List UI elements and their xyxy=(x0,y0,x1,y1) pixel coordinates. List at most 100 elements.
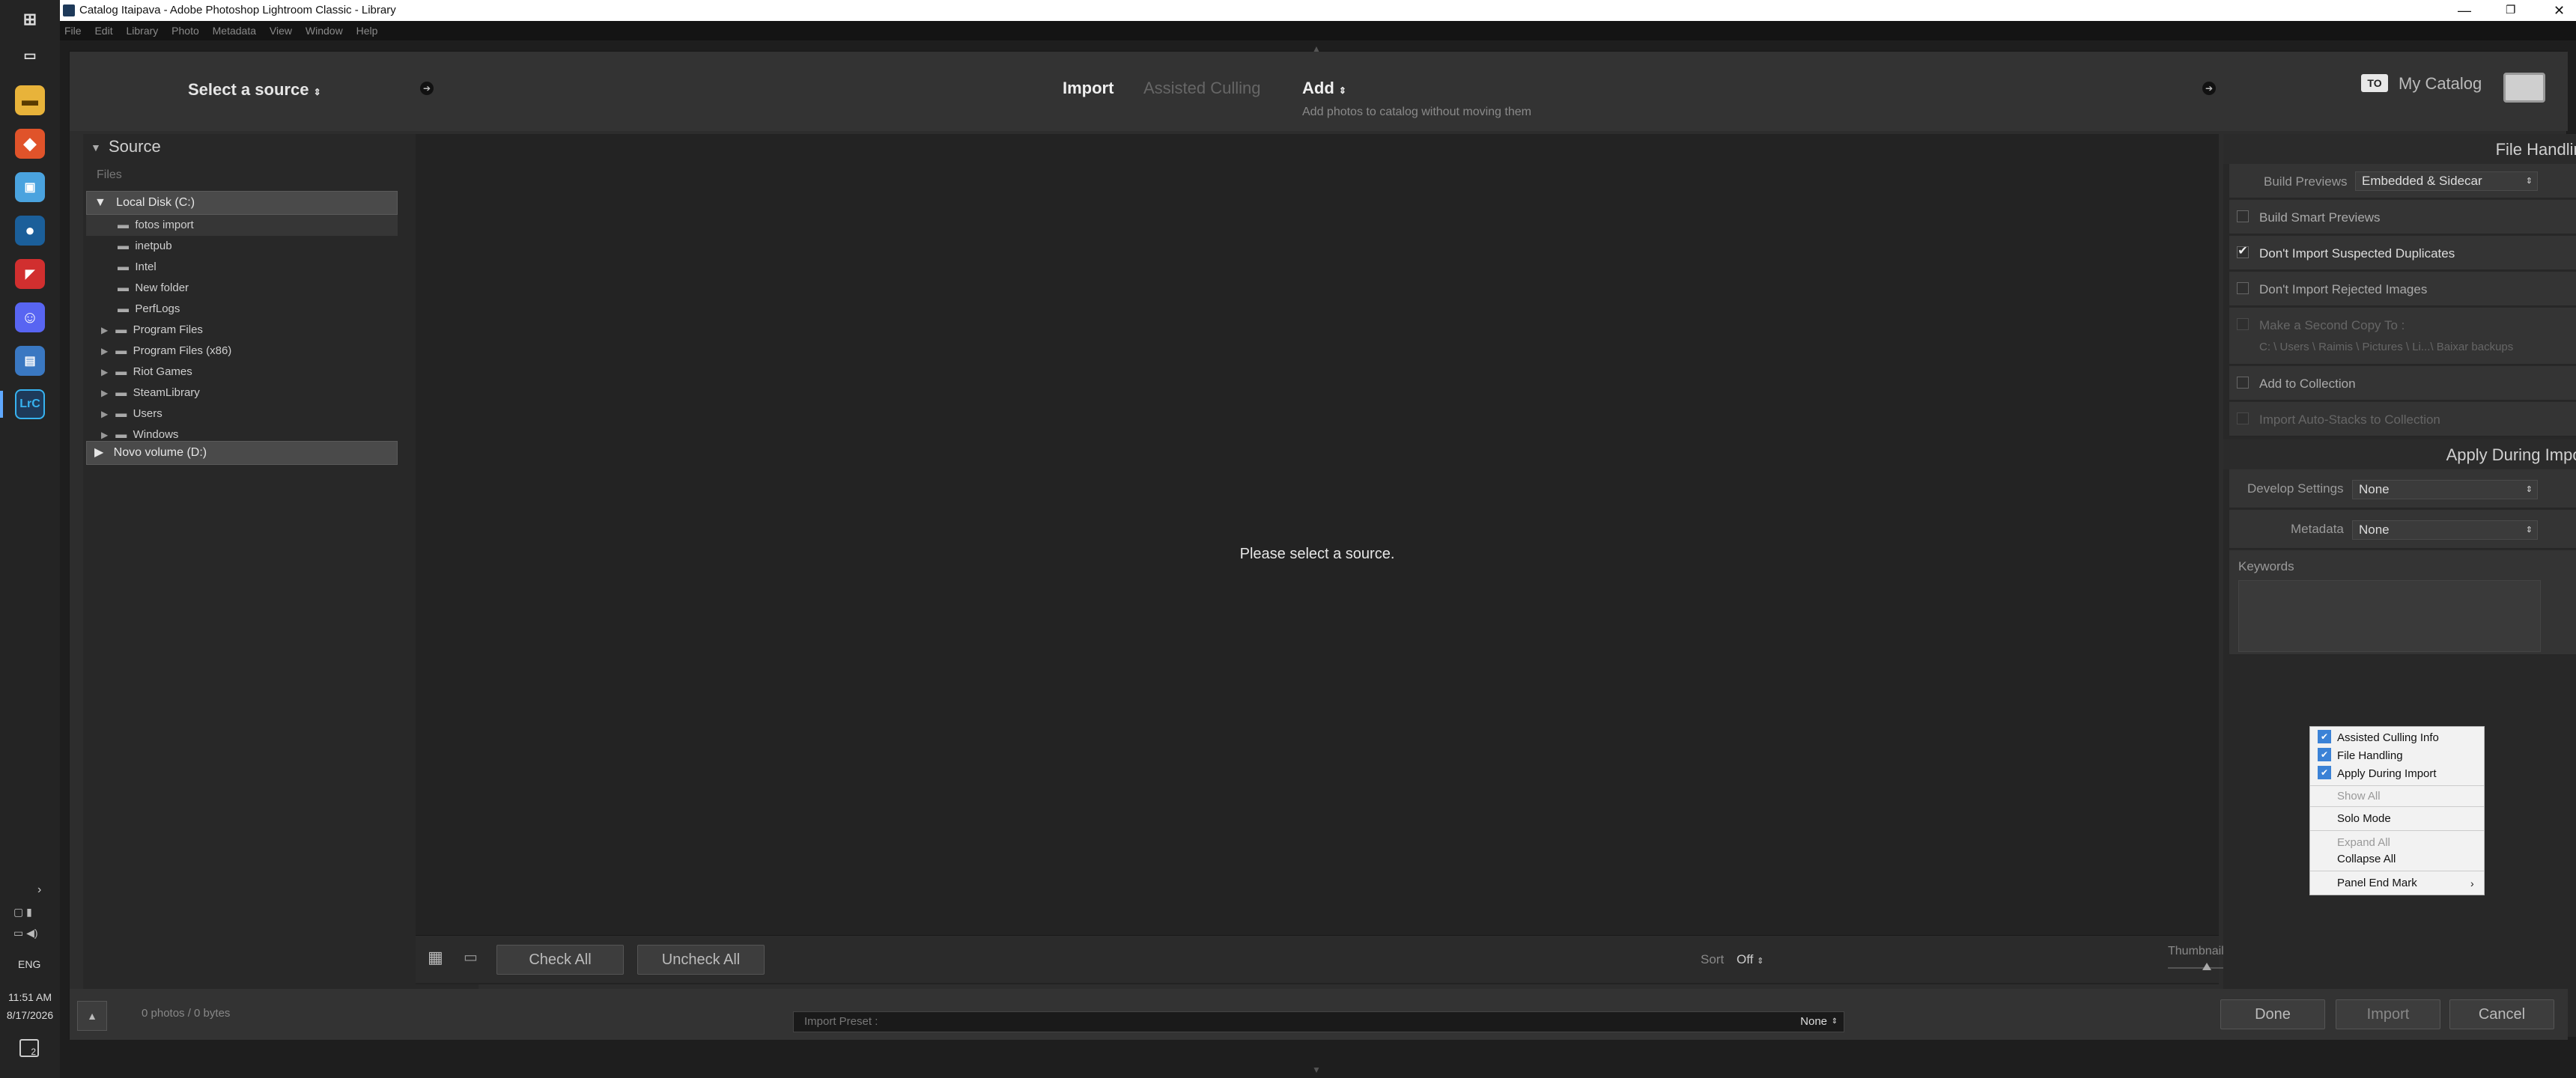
menu-file[interactable]: File xyxy=(64,25,82,37)
task-view-icon[interactable]: ▭ xyxy=(15,40,45,70)
no-duplicates-checkbox[interactable]: ✔ xyxy=(2237,246,2249,258)
folder-icon: ▬ xyxy=(118,302,129,315)
folder-new-folder[interactable]: ▬ New folder xyxy=(86,278,189,299)
top-collapse-arrow-icon[interactable]: ▲ xyxy=(1312,43,1321,54)
expand-triangle-icon[interactable]: ▶ xyxy=(101,430,108,440)
tray-network-icon[interactable]: ▢ ▮ xyxy=(13,906,32,919)
metadata-label: Metadata xyxy=(2291,522,2344,536)
check-all-button[interactable]: Check All xyxy=(496,945,624,975)
loupe-view-icon[interactable]: ▭ xyxy=(464,948,478,966)
folder-fotos-import[interactable]: ▬ fotos import xyxy=(86,215,398,236)
menu-metadata[interactable]: Metadata xyxy=(213,25,256,37)
folder-program-files[interactable]: ▶ ▬ Program Files xyxy=(86,320,203,341)
close-icon[interactable]: ✕ xyxy=(2554,0,2565,21)
expand-triangle-icon[interactable]: ▶ xyxy=(101,367,108,377)
menu-item-assisted-culling-info[interactable]: Assisted Culling Info xyxy=(2337,730,2439,746)
menu-item-solo-mode[interactable]: Solo Mode xyxy=(2337,811,2391,827)
discord-icon[interactable]: ☺ xyxy=(15,302,45,332)
monitor-app-icon[interactable]: ▤ xyxy=(15,346,45,376)
menu-window[interactable]: Window xyxy=(306,25,343,37)
expand-up-icon[interactable]: ▲ xyxy=(77,1001,107,1031)
folder-program-files-x86[interactable]: ▶ ▬ Program Files (x86) xyxy=(86,341,231,362)
folder-riot-games[interactable]: ▶ ▬ Riot Games xyxy=(86,362,192,383)
show-hidden-icons-icon[interactable]: › xyxy=(37,883,41,897)
menu-help[interactable]: Help xyxy=(356,25,378,37)
auto-stacks-checkbox[interactable] xyxy=(2237,412,2249,424)
select-source-dropdown[interactable]: Select a source ⇕ xyxy=(188,80,321,100)
steam-icon[interactable]: ● xyxy=(15,216,45,246)
language-indicator[interactable]: ENG xyxy=(18,958,40,970)
folder-steamlibrary[interactable]: ▶ ▬ SteamLibrary xyxy=(86,383,200,404)
folder-inetpub[interactable]: ▬ inetpub xyxy=(86,236,172,257)
collapse-source-icon[interactable]: ▼ xyxy=(91,141,101,153)
menu-item-panel-end-mark[interactable]: Panel End Mark xyxy=(2337,875,2417,892)
develop-settings-dropdown[interactable]: None ⇕ xyxy=(2352,480,2538,499)
notification-center-icon[interactable]: 2 xyxy=(19,1039,39,1057)
build-previews-dropdown[interactable]: Embedded & Sidecar ⇕ xyxy=(2355,171,2538,191)
expand-triangle-icon[interactable]: ▶ xyxy=(101,409,108,419)
bottom-collapse-arrow-icon[interactable]: ▼ xyxy=(1312,1065,1321,1075)
novo-volume-d[interactable]: ▶ Novo volume (D:) xyxy=(86,441,398,465)
file-explorer-icon[interactable]: ▬ xyxy=(15,85,45,115)
uncheck-all-button[interactable]: Uncheck All xyxy=(637,945,765,975)
sort-dropdown[interactable]: Off ⇕ xyxy=(1737,952,1764,967)
clock-time[interactable]: 11:51 AM xyxy=(0,991,60,1003)
expand-triangle-icon[interactable]: ▶ xyxy=(101,346,108,356)
metadata-row: Metadata None ⇕ xyxy=(2229,510,2576,549)
menu-item-apply-during-import[interactable]: Apply During Import xyxy=(2337,766,2437,782)
menu-view[interactable]: View xyxy=(270,25,292,37)
menu-bar: File Edit Library Photo Metadata View Wi… xyxy=(60,21,2576,40)
window-titlebar: Catalog Itaipava - Adobe Photoshop Light… xyxy=(60,0,2576,21)
minimize-icon[interactable]: — xyxy=(2458,0,2471,21)
lightroom-classic-icon[interactable]: LrC xyxy=(15,389,45,419)
local-disk-c[interactable]: ▼ Local Disk (C:) xyxy=(86,191,398,215)
second-copy-checkbox[interactable] xyxy=(2237,318,2249,330)
computer-icon[interactable]: ▣ xyxy=(15,172,45,202)
metadata-dropdown[interactable]: None ⇕ xyxy=(2352,520,2538,540)
grid-view-icon[interactable]: ▦ xyxy=(428,948,443,967)
destination-arrow-icon[interactable]: ➔ xyxy=(2202,82,2216,95)
windows-start-icon[interactable]: ⊞ xyxy=(15,4,45,34)
clock-date[interactable]: 8/17/2026 xyxy=(0,1009,60,1021)
done-button[interactable]: Done xyxy=(2220,999,2325,1029)
source-arrow-icon[interactable]: ➔ xyxy=(420,82,434,95)
smart-previews-row: Build Smart Previews xyxy=(2229,200,2576,234)
file-handling-header[interactable]: File Handling ▼ xyxy=(2223,134,2576,164)
mode-add[interactable]: Add ⇕ xyxy=(1302,79,1346,98)
mode-assisted-culling[interactable]: Assisted Culling xyxy=(1143,79,1261,98)
folder-intel[interactable]: ▬ Intel xyxy=(86,257,157,278)
expand-triangle-icon[interactable]: ▶ xyxy=(101,325,108,335)
import-preset-bar[interactable]: Import Preset : None ⇕ xyxy=(793,1011,1844,1032)
menu-item-file-handling[interactable]: File Handling xyxy=(2337,748,2403,764)
riot-client-icon[interactable]: ◤ xyxy=(15,259,45,289)
smart-previews-checkbox[interactable] xyxy=(2237,210,2249,222)
no-duplicates-label: Don't Import Suspected Duplicates xyxy=(2259,246,2455,261)
menu-edit[interactable]: Edit xyxy=(94,25,112,37)
brave-browser-icon[interactable]: ◆ xyxy=(15,129,45,159)
mode-import[interactable]: Import xyxy=(1063,79,1114,98)
menu-item-expand-all[interactable]: Expand All xyxy=(2337,835,2390,851)
menu-library[interactable]: Library xyxy=(126,25,158,37)
auto-stacks-label: Import Auto-Stacks to Collection xyxy=(2259,412,2440,427)
build-previews-row: Build Previews Embedded & Sidecar ⇕ xyxy=(2229,164,2576,198)
add-collection-checkbox[interactable] xyxy=(2237,377,2249,389)
restore-icon[interactable]: ❐ xyxy=(2506,0,2515,21)
import-button[interactable]: Import xyxy=(2336,999,2440,1029)
tray-volume-icon[interactable]: ▭ ◀) xyxy=(13,927,38,940)
second-copy-path: C: \ Users \ Raimis \ Pictures \ Li...\ … xyxy=(2259,341,2514,353)
folder-users[interactable]: ▶ ▬ Users xyxy=(86,404,162,424)
build-previews-label: Build Previews xyxy=(2264,174,2348,189)
screen: ⊞ ▭ ▬ ◆ ▣ ● ◤ ☺ ▤ LrC › ▢ ▮ ▭ ◀) ENG 11:… xyxy=(0,0,2576,1078)
cancel-button[interactable]: Cancel xyxy=(2449,999,2554,1029)
no-rejected-checkbox[interactable] xyxy=(2237,282,2249,294)
keywords-input[interactable] xyxy=(2238,580,2541,652)
slider-handle-icon[interactable] xyxy=(2202,963,2211,970)
expand-triangle-icon[interactable]: ▶ xyxy=(101,388,108,398)
menu-item-collapse-all[interactable]: Collapse All xyxy=(2337,851,2396,868)
menu-photo[interactable]: Photo xyxy=(171,25,199,37)
catalog-name[interactable]: My Catalog xyxy=(2399,74,2482,94)
folder-perflogs[interactable]: ▬ PerfLogs xyxy=(86,299,180,320)
preset-value: None xyxy=(1800,1015,1827,1028)
apply-during-import-header[interactable]: Apply During Import ▼ xyxy=(2223,439,2576,469)
menu-item-show-all[interactable]: Show All xyxy=(2337,788,2381,805)
